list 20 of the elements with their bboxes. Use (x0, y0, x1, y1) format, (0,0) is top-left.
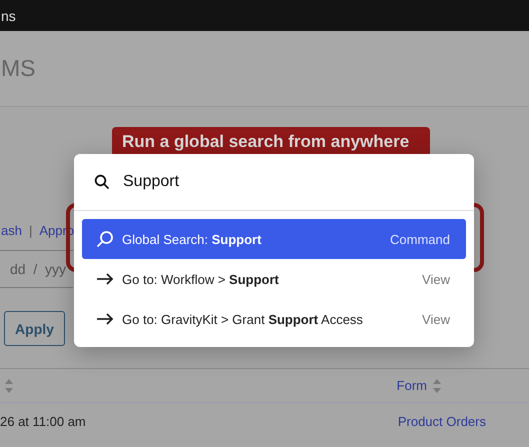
table-link[interactable]: Product Orders (398, 414, 486, 428)
sort-icon[interactable] (4, 378, 14, 394)
result-item[interactable]: Go to: Workflow > Support View (82, 259, 466, 299)
table-cell: 26 at 11:00 am (0, 414, 86, 428)
arrow-icon (96, 272, 114, 286)
page-title: MS (1, 55, 36, 82)
apply-button[interactable]: Apply (4, 311, 65, 346)
separator: | (28, 222, 32, 238)
filter-link[interactable]: ash (1, 222, 22, 238)
date-field[interactable]: dd / yyy (0, 250, 73, 288)
callout-banner: Run a global search from anywhere (112, 127, 430, 157)
arrow-icon (96, 312, 114, 326)
result-item[interactable]: Go to: GravityKit > Grant Support Access View (82, 299, 466, 339)
sort-icon[interactable] (432, 378, 442, 394)
column-header[interactable]: Form (396, 378, 427, 393)
search-icon (94, 174, 110, 190)
search-icon (96, 230, 114, 248)
search-field[interactable]: Support (74, 154, 474, 211)
result-item[interactable]: Global Search: Support Command (82, 219, 466, 259)
top-bar-text: ns (1, 8, 16, 24)
